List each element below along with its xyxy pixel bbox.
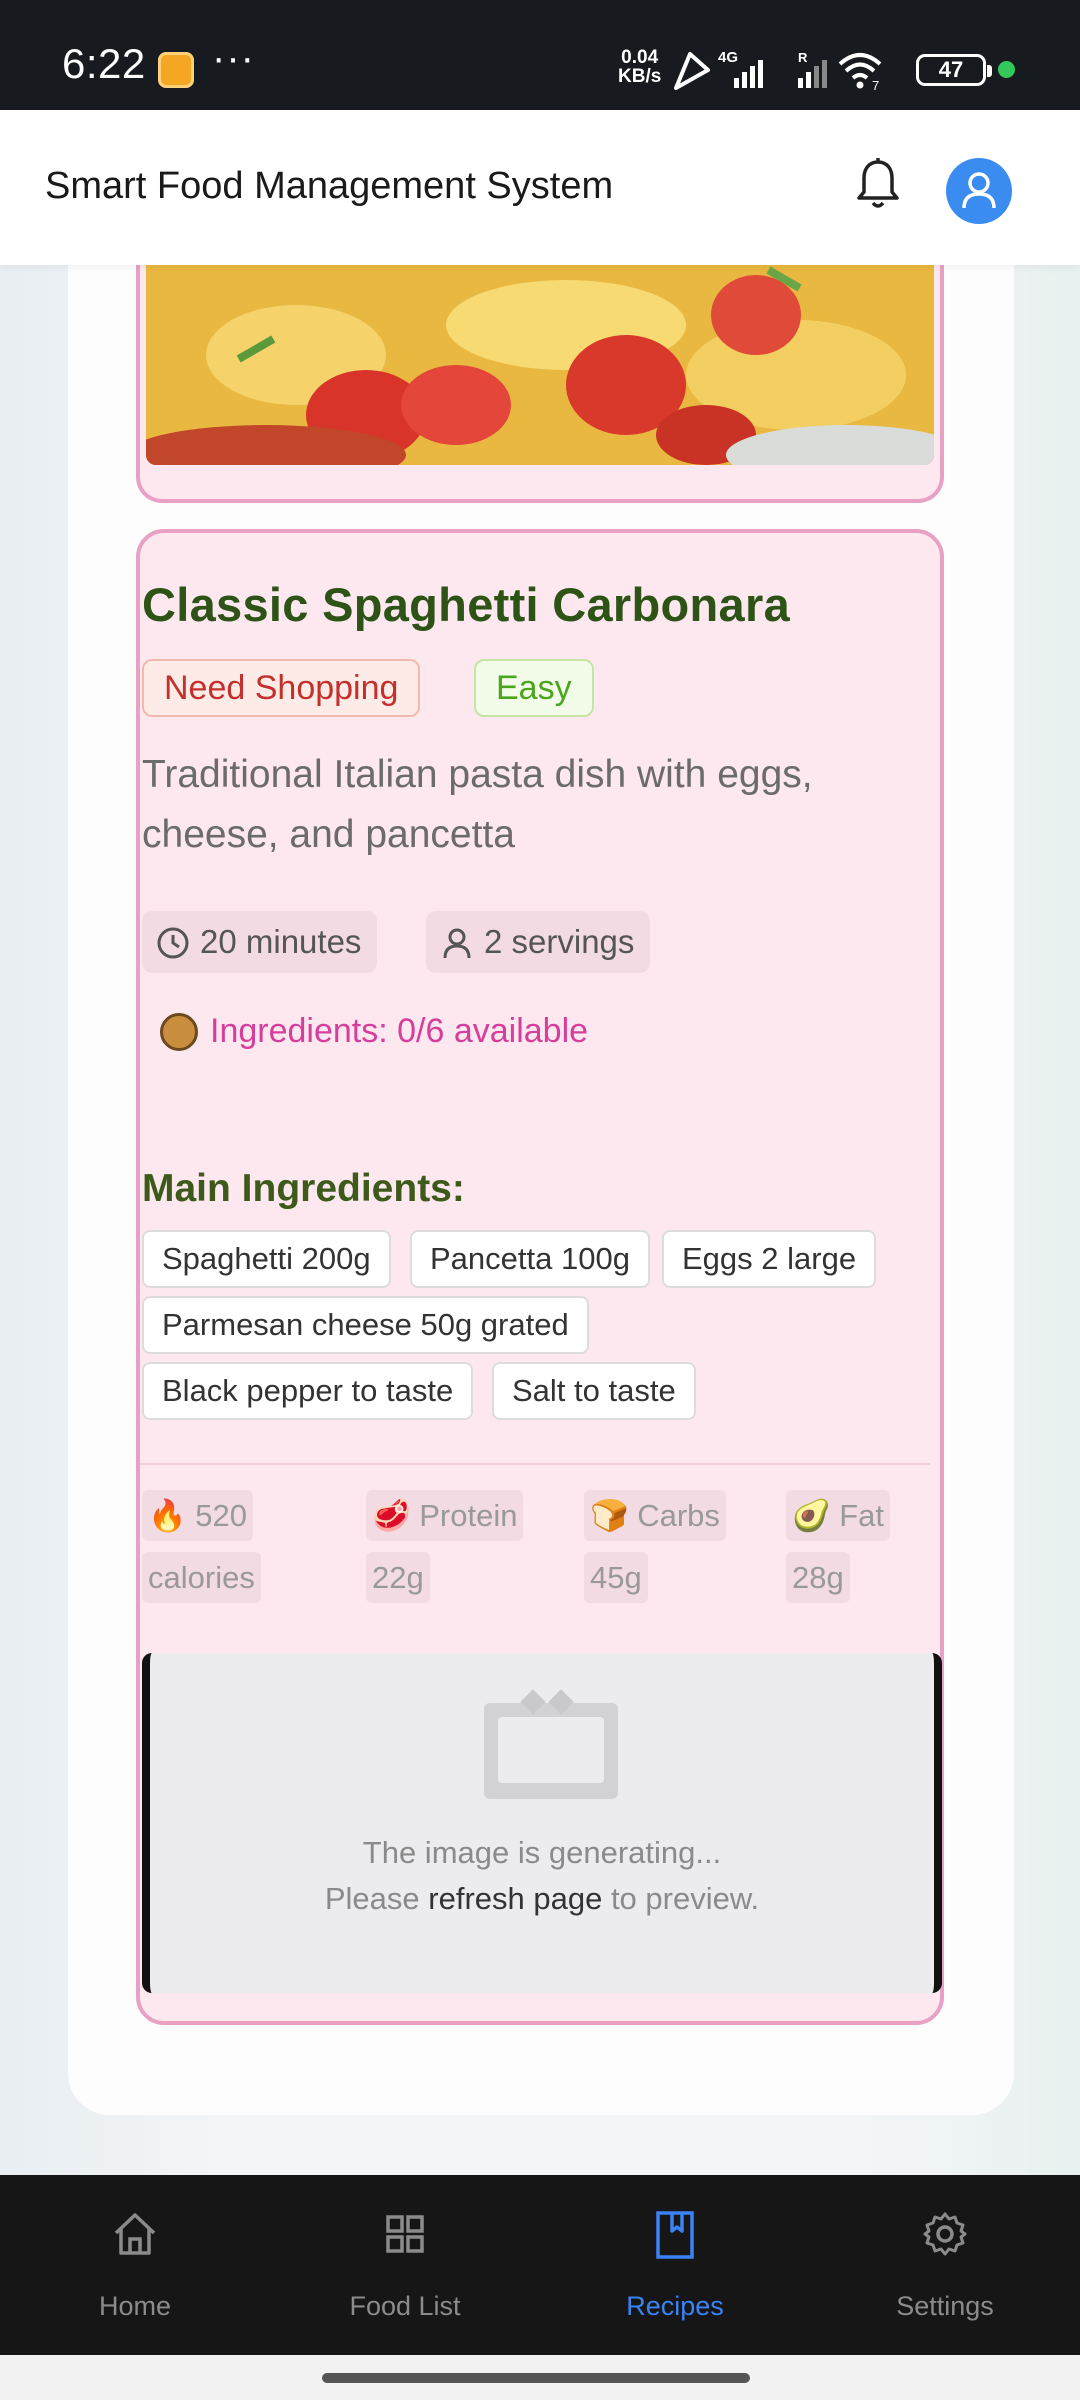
- status-time: 6:22: [62, 40, 146, 87]
- food-bowl-icon: [160, 1013, 198, 1051]
- recipe-description: Traditional Italian pasta dish with eggs…: [142, 753, 813, 856]
- cook-time: 20 minutes: [200, 923, 362, 960]
- ingredient-pill: Salt to taste: [492, 1362, 696, 1420]
- notification-app-icon: [158, 52, 194, 88]
- main-content[interactable]: Classic Spaghetti Carbonara Need Shoppin…: [0, 245, 1080, 2175]
- avocado-icon: 🥑: [792, 1498, 831, 1533]
- cook-time-chip: 20 minutes: [142, 911, 378, 973]
- previous-recipe-card[interactable]: [136, 265, 944, 503]
- net-speed: 0.04 KB/s: [618, 48, 661, 86]
- bottom-navigation: Home Food List Recipes Settings: [0, 2175, 1080, 2355]
- refresh-hint: Please refresh page to preview.: [324, 1881, 760, 1916]
- nav-settings[interactable]: Settings: [810, 2175, 1080, 2355]
- more-notifications-icon: ···: [212, 36, 255, 80]
- refresh-page-link[interactable]: refresh page: [428, 1881, 602, 1916]
- signal-icons: 4G R 7: [674, 49, 882, 92]
- bookmark-icon: [656, 2211, 694, 2259]
- svg-text:R: R: [798, 50, 808, 65]
- nutrition-fat: 🥑 Fat 28g: [786, 1485, 916, 1609]
- svg-text:7: 7: [872, 78, 879, 92]
- home-indicator[interactable]: [322, 2373, 750, 2383]
- status-bar: 6:22 ··· 0.04 KB/s 4G R 7 47: [0, 0, 1080, 110]
- gear-icon: [923, 2212, 967, 2256]
- difficulty-badge: Easy: [474, 659, 594, 717]
- home-icon: [114, 2213, 156, 2255]
- ingredient-pill: Pancetta 100g: [410, 1230, 650, 1288]
- tomato-egg-photo: [146, 265, 934, 465]
- recipe-card-carbonara[interactable]: Classic Spaghetti Carbonara Need Shoppin…: [136, 529, 944, 2025]
- nav-food-list[interactable]: Food List: [270, 2175, 540, 2355]
- ingredients-availability-text: Ingredients: 0/6 available: [210, 1012, 589, 1050]
- meat-icon: 🥩: [372, 1498, 411, 1533]
- location-icon: [674, 52, 710, 90]
- image-generating-placeholder: The image is generating... Please refres…: [142, 1653, 942, 1993]
- net-speed-unit: KB/s: [618, 66, 662, 87]
- image-generating-text: The image is generating...: [362, 1835, 722, 1870]
- image-placeholder-icon: [484, 1703, 618, 1799]
- clock-icon: [157, 927, 189, 959]
- user-icon: [962, 172, 996, 209]
- recipe-title: Classic Spaghetti Carbonara: [142, 578, 791, 631]
- nutrition-protein: 🥩 Protein 22g: [366, 1485, 536, 1609]
- ingredient-pill: Black pepper to taste: [142, 1362, 474, 1420]
- battery-indicator: 47: [916, 54, 992, 86]
- gesture-bar: [0, 2355, 1080, 2400]
- nutrition-carbs: 🍞 Carbs 45g: [584, 1485, 734, 1609]
- nav-recipes-label: Recipes: [626, 2291, 724, 2321]
- grid-icon: [386, 2215, 424, 2253]
- nav-home[interactable]: Home: [0, 2175, 270, 2355]
- need-shopping-badge: Need Shopping: [142, 659, 421, 717]
- servings-chip: 2 servings: [426, 911, 651, 973]
- person-icon: [443, 928, 471, 959]
- net-speed-value: 0.04: [621, 47, 659, 68]
- nutrition-calories: 🔥 520 calories: [142, 1485, 282, 1609]
- nav-settings-label: Settings: [896, 2291, 994, 2321]
- ingredient-pill: Parmesan cheese 50g grated: [142, 1296, 589, 1354]
- servings: 2 servings: [484, 923, 635, 960]
- bread-icon: 🍞: [590, 1498, 629, 1533]
- nav-food-list-label: Food List: [349, 2291, 461, 2321]
- main-ingredients-heading: Main Ingredients:: [142, 1167, 465, 1210]
- ingredients-availability: Ingredients: 0/6 available: [160, 1009, 588, 1053]
- nav-home-label: Home: [98, 2291, 172, 2321]
- recipe-photo-tomato-egg: [146, 265, 934, 465]
- user-avatar[interactable]: [946, 158, 1012, 224]
- section-divider: [140, 1463, 930, 1465]
- network-type: 4G: [718, 49, 738, 66]
- nav-recipes[interactable]: Recipes: [540, 2175, 810, 2355]
- charging-dot: [998, 61, 1015, 78]
- ingredient-pill: Eggs 2 large: [662, 1230, 877, 1288]
- fire-icon: 🔥: [148, 1498, 187, 1533]
- app-header: Smart Food Management System: [0, 110, 1080, 265]
- ingredient-pill: Spaghetti 200g: [142, 1230, 391, 1288]
- app-title: Smart Food Management System: [45, 165, 614, 207]
- notification-bell-icon[interactable]: [855, 156, 901, 212]
